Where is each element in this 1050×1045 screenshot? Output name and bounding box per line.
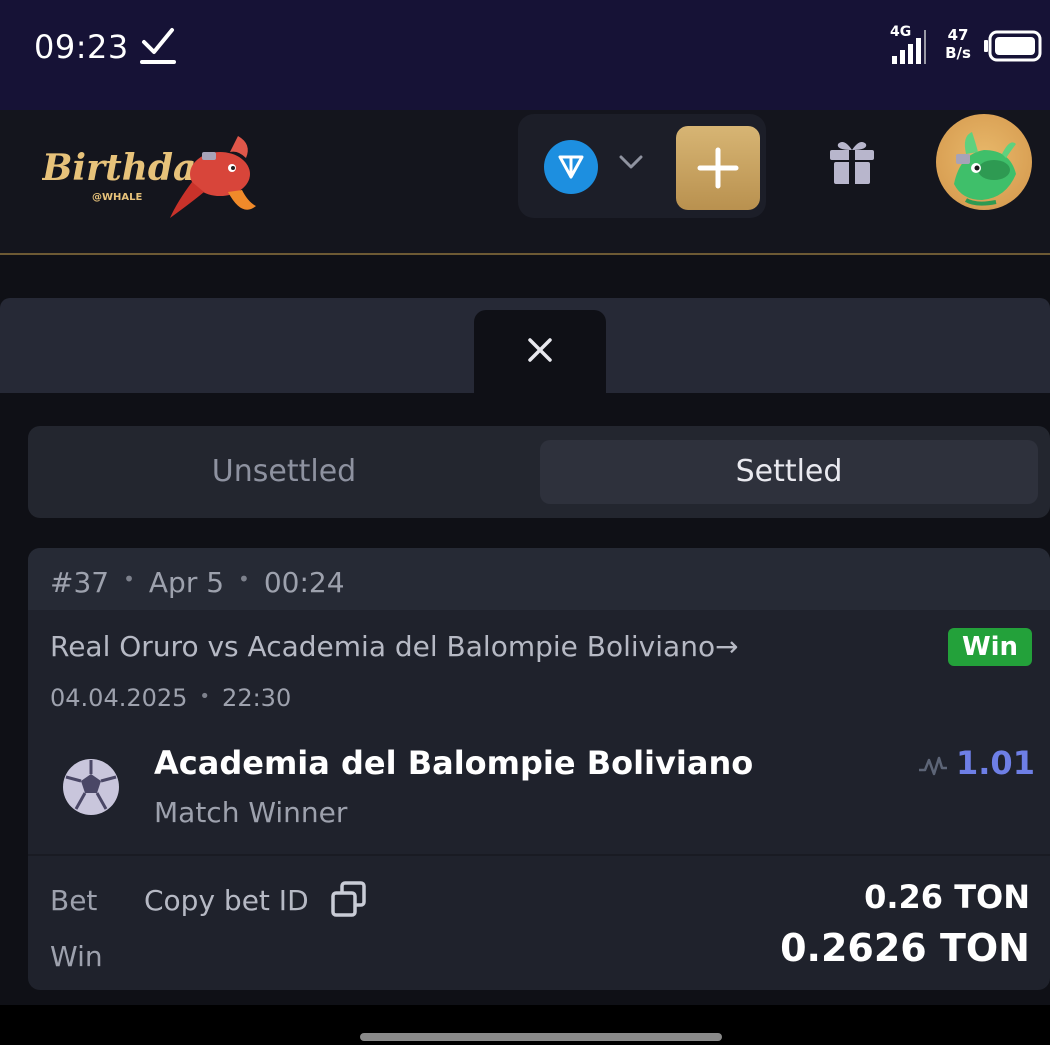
check-icon <box>140 28 176 64</box>
status-bar: 09:23 4G 47 B/s <box>0 0 1050 110</box>
odds-value: 1.01 <box>956 744 1035 782</box>
bet-time: 00:24 <box>263 566 345 599</box>
chevron-down-icon[interactable] <box>618 152 644 172</box>
copy-bet-id-button[interactable]: Copy bet ID <box>144 884 309 917</box>
home-indicator[interactable] <box>360 1033 722 1041</box>
close-icon[interactable] <box>524 334 556 366</box>
gift-icon[interactable] <box>826 136 878 188</box>
tab-unsettled[interactable]: Unsettled <box>28 426 540 518</box>
match-link[interactable]: Real Oruro vs Academia del Balompie Boli… <box>50 630 739 663</box>
deposit-button[interactable] <box>676 126 760 210</box>
signal-icon: 4G <box>890 24 926 64</box>
match-date: 04.04.2025 <box>50 684 188 712</box>
plus-icon <box>697 147 739 189</box>
speed-value: 47 <box>947 26 969 44</box>
tab-settled[interactable]: Settled <box>540 440 1038 504</box>
speed-unit: B/s <box>945 44 971 62</box>
status-badge: Win <box>948 628 1032 666</box>
birthday-whale-logo[interactable]: Birthday @WHALE <box>42 122 262 222</box>
dragon-avatar-icon <box>954 132 1016 206</box>
bet-date: Apr 5 <box>148 566 225 599</box>
bet-card-header: #37 • Apr 5 • 00:24 <box>28 548 1050 610</box>
wallet-selector[interactable] <box>518 114 766 218</box>
logo-subtext: @WHALE <box>92 192 143 203</box>
bet-amount: 0.26 TON <box>864 878 1030 916</box>
market-name: Match Winner <box>154 796 348 829</box>
match-time: 22:30 <box>222 684 292 712</box>
soccer-ball-icon <box>63 759 119 815</box>
win-amount: 0.2626 TON <box>780 926 1030 970</box>
clock: 09:23 <box>34 28 129 66</box>
bet-id: #37 <box>50 566 110 599</box>
match-datetime: 04.04.2025 • 22:30 <box>50 684 292 712</box>
bet-status-tabs: Unsettled Settled <box>28 426 1050 518</box>
arrow-right-icon: → <box>715 630 739 663</box>
network-type: 4G <box>890 24 911 40</box>
ton-icon <box>544 140 598 194</box>
copy-icon[interactable] <box>330 880 368 918</box>
bet-card: #37 • Apr 5 • 00:24 Real Oruro vs Academia d… <box>28 548 1050 990</box>
bet-meta: #37 • Apr 5 • 00:24 <box>50 566 345 599</box>
odds-trend-icon <box>919 756 947 776</box>
match-title: Real Oruro vs Academia del Balompie Boli… <box>50 630 716 663</box>
avatar[interactable] <box>936 114 1032 210</box>
divider <box>28 854 1050 856</box>
app-header: Birthday @WHALE <box>0 110 1050 255</box>
network-speed: 47 B/s <box>940 26 976 62</box>
system-nav-bar <box>0 1005 1050 1045</box>
win-label: Win <box>50 940 103 973</box>
bet-label: Bet <box>50 884 98 917</box>
selection-name: Academia del Balompie Boliviano <box>154 744 754 782</box>
battery-icon <box>984 30 1042 62</box>
